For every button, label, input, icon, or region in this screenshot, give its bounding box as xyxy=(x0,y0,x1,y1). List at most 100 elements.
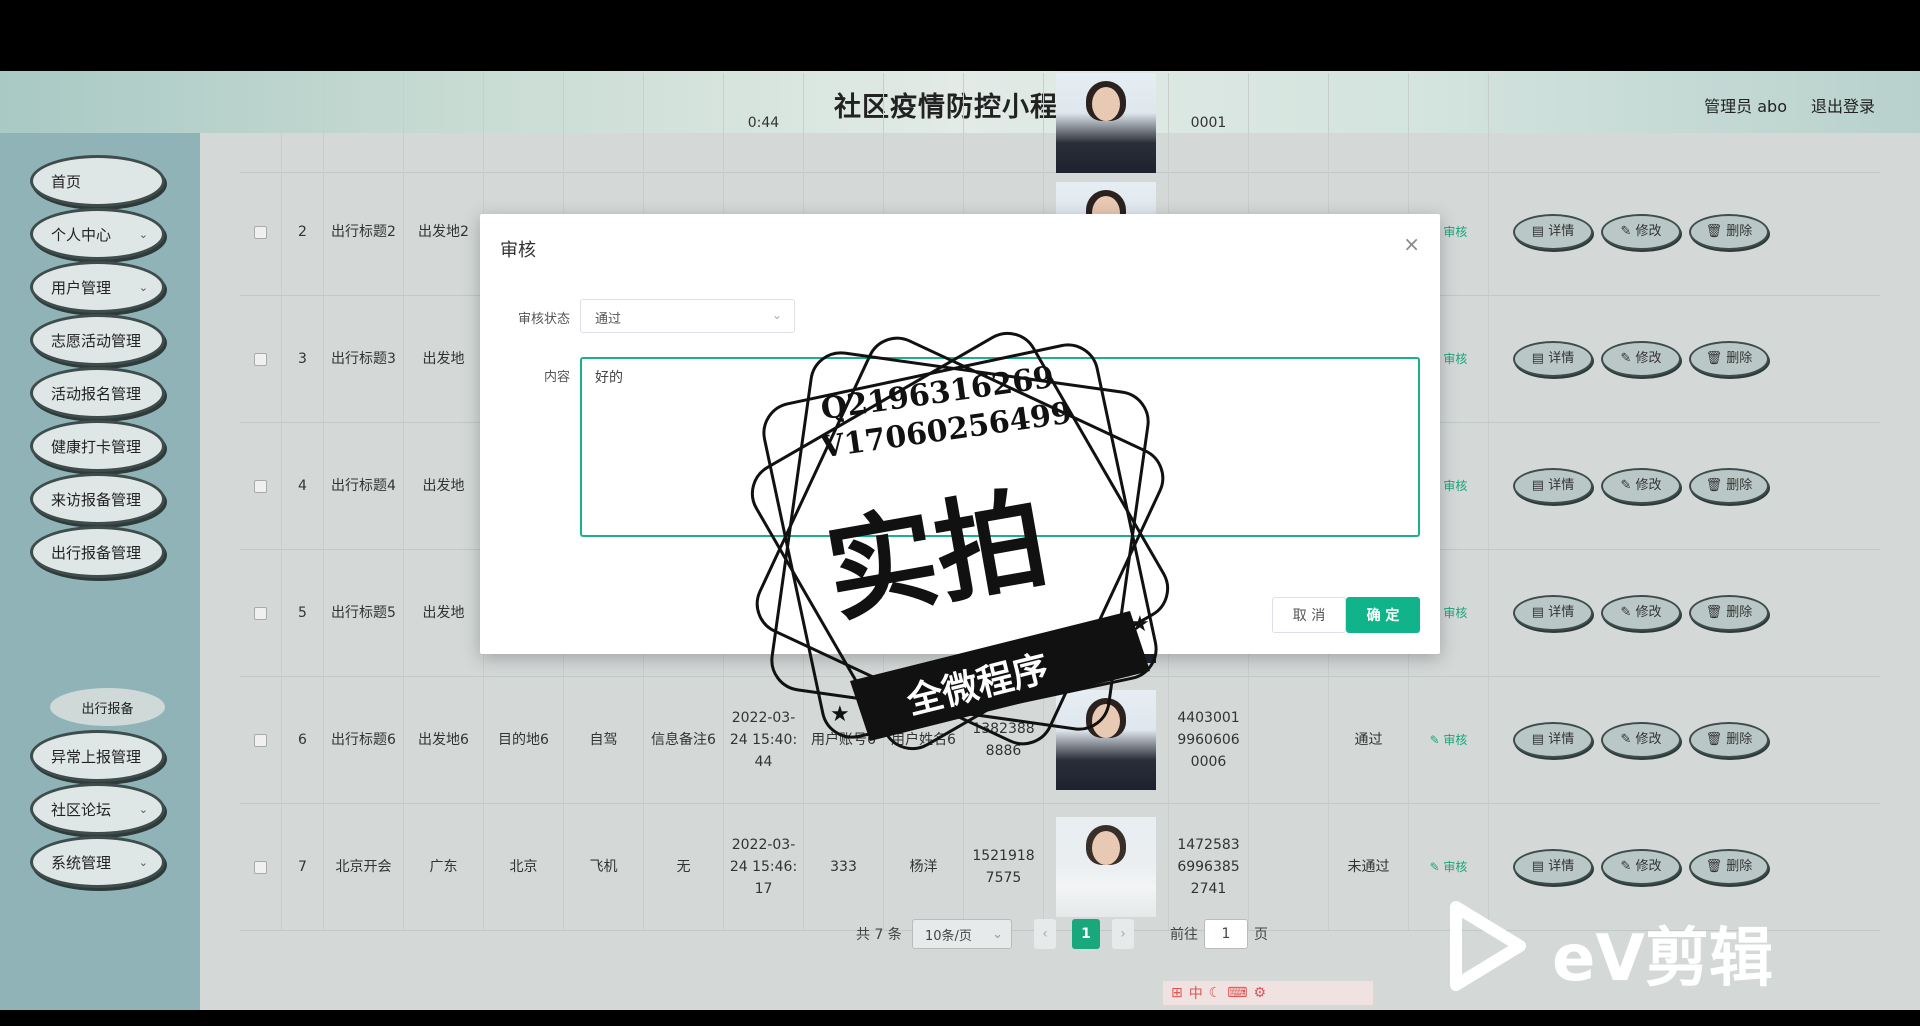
page-size-value: 10条/页 xyxy=(925,928,972,944)
detail-button[interactable]: ▤ 详情 xyxy=(1513,214,1593,250)
detail-button[interactable]: ▤ 详情 xyxy=(1513,849,1593,885)
sidebar-item-home[interactable]: 首页 xyxy=(30,155,165,207)
confirm-button[interactable]: 确 定 xyxy=(1346,597,1420,633)
chevron-down-icon: ⌄ xyxy=(138,280,148,294)
table-cell-name xyxy=(884,73,964,172)
sidebar-item-visit[interactable]: 来访报备管理 xyxy=(30,473,165,525)
edit-button[interactable]: ✎ 修改 xyxy=(1601,468,1681,504)
row-checkbox[interactable] xyxy=(254,352,267,366)
delete-button[interactable]: 🗑 删除 xyxy=(1689,214,1769,250)
table-cell-chk xyxy=(240,804,282,930)
chevron-down-icon: ⌄ xyxy=(771,308,782,322)
ime-moon-icon: ☾ xyxy=(1208,985,1222,1001)
sidebar-item-label: 出行报备管理 xyxy=(51,543,142,562)
row-checkbox[interactable] xyxy=(254,479,267,493)
audit-link[interactable]: ✎ 审核 xyxy=(1430,856,1468,878)
sidebar-item-travel[interactable]: 出行报备管理 xyxy=(30,526,165,578)
table-cell-status xyxy=(1329,73,1409,172)
next-page-icon[interactable]: › xyxy=(1112,919,1134,949)
chevron-down-icon: ⌄ xyxy=(138,227,148,241)
sidebar-item-volunteer[interactable]: 志愿活动管理 xyxy=(30,314,165,366)
table-cell-account: 333 xyxy=(804,804,884,930)
pager-total: 共 7 条 xyxy=(856,927,902,943)
table-cell-time: 2022-03-24 15:46:17 xyxy=(724,804,804,930)
cell-text: 信息备注6 xyxy=(651,732,716,748)
sidebar-item-signup[interactable]: 活动报名管理 xyxy=(30,367,165,419)
page-size-select[interactable]: 10条/页 ⌄ xyxy=(912,919,1012,949)
sidebar-item-abnormal[interactable]: 异常上报管理 xyxy=(30,730,165,782)
status-select[interactable]: 通过 ⌄ xyxy=(580,299,795,333)
delete-button[interactable]: 🗑 删除 xyxy=(1689,468,1769,504)
ime-icon: ⊞ xyxy=(1171,985,1183,1001)
table-cell-ops: ▤ 详情 ✎ 修改 🗑 删除 xyxy=(1489,550,1880,676)
row-checkbox[interactable] xyxy=(254,860,267,874)
cell-text: 3 xyxy=(298,351,307,367)
table-cell-from xyxy=(404,73,484,172)
table-cell-idx: 4 xyxy=(282,423,324,549)
sidebar-item-system[interactable]: 系统管理 ⌄ xyxy=(30,836,165,888)
sidebar-item-label: 用户管理 xyxy=(51,278,112,297)
ev-logo-text: eV剪辑 xyxy=(1552,922,1773,996)
detail-button[interactable]: ▤ 详情 xyxy=(1513,341,1593,377)
table-cell-idx: 6 xyxy=(282,677,324,803)
delete-button[interactable]: 🗑 删除 xyxy=(1689,341,1769,377)
content-textarea[interactable]: 好的 xyxy=(580,357,1420,537)
delete-button[interactable]: 🗑 删除 xyxy=(1689,595,1769,631)
row-checkbox[interactable] xyxy=(254,606,267,620)
cell-text: 出行标题6 xyxy=(331,732,396,748)
sidebar-subitem-travel-report[interactable]: 出行报备 xyxy=(50,688,165,726)
goto-suffix: 页 xyxy=(1254,927,1268,943)
goto-page-input[interactable]: 1 xyxy=(1204,919,1248,949)
cell-text: 未通过 xyxy=(1347,859,1390,875)
table-cell-from: 广东 xyxy=(404,804,484,930)
edit-button[interactable]: ✎ 修改 xyxy=(1601,341,1681,377)
row-checkbox[interactable] xyxy=(254,733,267,747)
row-checkbox[interactable] xyxy=(254,225,267,239)
cell-text: 0:44 xyxy=(747,114,780,131)
cell-text: 147258369963852741 xyxy=(1177,837,1240,897)
table-cell-from: 出发地 xyxy=(404,423,484,549)
delete-button[interactable]: 🗑 删除 xyxy=(1689,849,1769,885)
ev-logo: eV剪辑 xyxy=(1448,901,1828,1001)
table-cell-name: 杨洋 xyxy=(884,804,964,930)
chevron-down-icon: ⌄ xyxy=(138,802,148,816)
content-label: 内容 xyxy=(543,370,570,385)
prev-page-icon[interactable]: ‹ xyxy=(1034,919,1056,949)
table-cell-idx: 7 xyxy=(282,804,324,930)
cell-text: 2022-03-24 15:40:44 xyxy=(729,710,798,770)
status-select-value: 通过 xyxy=(595,312,622,327)
table-cell-chk xyxy=(240,550,282,676)
cell-text: 出行标题5 xyxy=(331,605,396,621)
sidebar-item-health[interactable]: 健康打卡管理 xyxy=(30,420,165,472)
cancel-button[interactable]: 取 消 xyxy=(1272,597,1346,633)
detail-button[interactable]: ▤ 详情 xyxy=(1513,722,1593,758)
sidebar-item-user-management[interactable]: 用户管理 ⌄ xyxy=(30,261,165,313)
page-number-current[interactable]: 1 xyxy=(1072,919,1100,949)
sidebar-item-personal-center[interactable]: 个人中心 ⌄ xyxy=(30,208,165,260)
close-icon[interactable]: × xyxy=(1403,232,1420,256)
table-cell-time: 0:44 xyxy=(724,73,804,172)
table-cell-from: 出发地 xyxy=(404,550,484,676)
detail-button[interactable]: ▤ 详情 xyxy=(1513,595,1593,631)
cell-text: 出行标题3 xyxy=(331,351,396,367)
edit-button[interactable]: ✎ 修改 xyxy=(1601,849,1681,885)
chevron-down-icon: ⌄ xyxy=(138,855,148,869)
table-cell-status: 通过 xyxy=(1329,677,1409,803)
table-cell-audit xyxy=(1409,73,1489,172)
edit-button[interactable]: ✎ 修改 xyxy=(1601,595,1681,631)
edit-button[interactable]: ✎ 修改 xyxy=(1601,214,1681,250)
delete-button[interactable]: 🗑 删除 xyxy=(1689,722,1769,758)
table-row: 0:44 0001 xyxy=(240,72,1880,173)
cell-text: 440300199606060006 xyxy=(1177,710,1240,770)
ime-toolbar: ⊞ 中 ☾ ⌨ ⚙ xyxy=(1163,981,1373,1005)
table-cell-chk xyxy=(240,169,282,295)
audit-link[interactable]: ✎ 审核 xyxy=(1430,729,1468,751)
table-cell-title: 出行标题4 xyxy=(324,423,404,549)
sidebar: 首页 个人中心 ⌄ 用户管理 ⌄ 志愿活动管理 活动报名管理 健康打卡管理 来访报备… xyxy=(0,133,200,1010)
sidebar-item-forum[interactable]: 社区论坛 ⌄ xyxy=(30,783,165,835)
table-cell-chk xyxy=(240,296,282,422)
cell-text: 出行标题4 xyxy=(331,478,396,494)
edit-button[interactable]: ✎ 修改 xyxy=(1601,722,1681,758)
table-cell-from: 出发地6 xyxy=(404,677,484,803)
detail-button[interactable]: ▤ 详情 xyxy=(1513,468,1593,504)
